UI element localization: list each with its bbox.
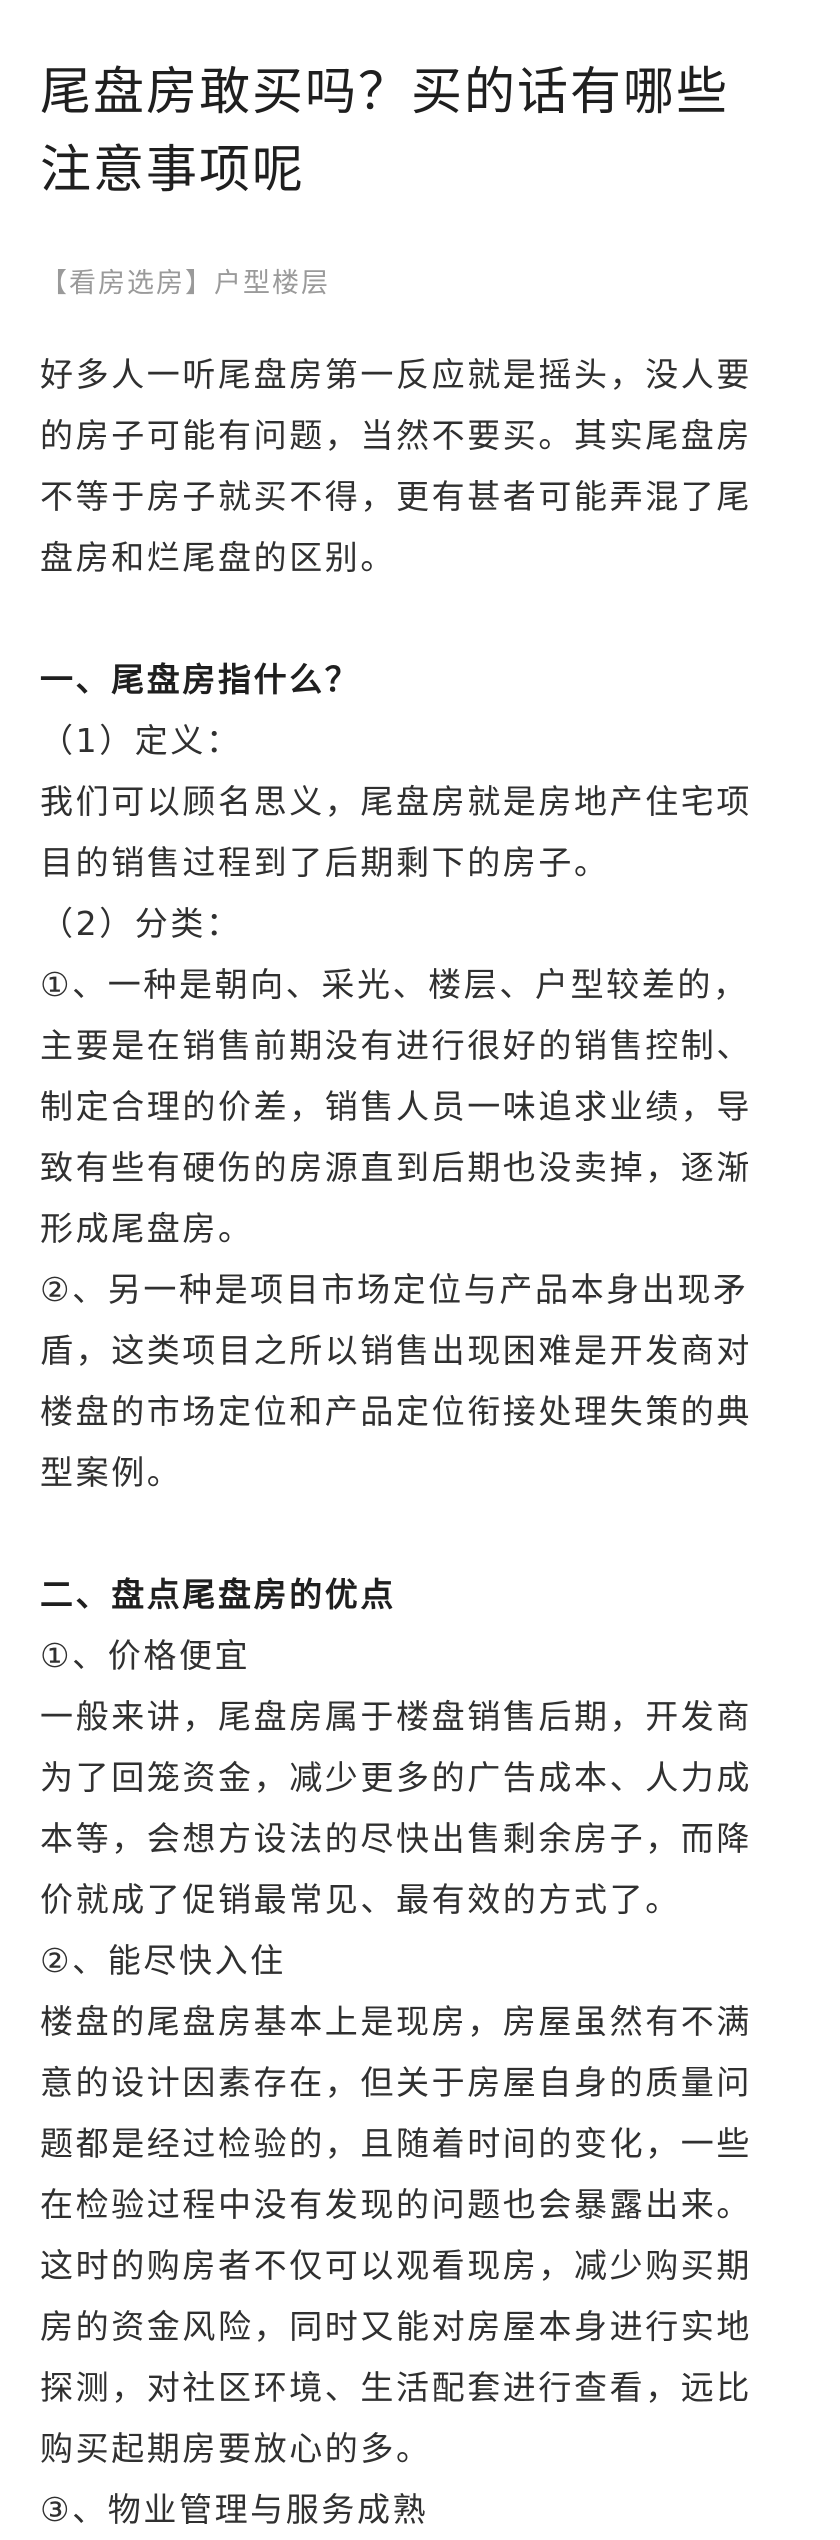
text-line: 为了回笼资金，减少更多的广告成本、人力成 [40, 1758, 752, 1797]
classification-label: （2）分类： [40, 904, 242, 943]
title-line: 尾盘房敢买吗？买的话有哪些 [40, 63, 730, 122]
text-line: 制定合理的价差，销售人员一味追求业绩，导 [40, 1087, 752, 1126]
text-line: 楼盘的尾盘房基本上是现房，房屋虽然有不满 [40, 2002, 752, 2041]
text-line: 盘房和烂尾盘的区别。 [40, 538, 396, 577]
text-line: 意的设计因素存在，但关于房屋自身的质量问 [40, 2063, 752, 2102]
article-title: 尾盘房敢买吗？买的话有哪些 注意事项呢 [40, 54, 800, 210]
text-line: 不等于房子就买不得，更有甚者可能弄混了尾 [40, 477, 752, 516]
text-line: 房的资金风险，同时又能对房屋本身进行实地 [40, 2307, 752, 2346]
text-line: ①、一种是朝向、采光、楼层、户型较差的， [40, 965, 749, 1004]
text-line: 我们可以顾名思义，尾盘房就是房地产住宅项 [40, 782, 752, 821]
text-line: 目的销售过程到了后期剩下的房子。 [40, 843, 610, 882]
text-line: 楼盘的市场定位和产品定位衔接处理失策的典 [40, 1392, 752, 1431]
section-what-is: 一、尾盘房指什么？ （1）定义： 我们可以顾名思义，尾盘房就是房地产住宅项 目的… [40, 649, 800, 1503]
category-tag[interactable]: 【看房选房】户型楼层 [40, 264, 800, 304]
advantage-label: ①、价格便宜 [40, 1636, 251, 1675]
article-page: 尾盘房敢买吗？买的话有哪些 注意事项呢 【看房选房】户型楼层 好多人一听尾盘房第… [0, 0, 840, 2537]
text-line: 形成尾盘房。 [40, 1209, 254, 1248]
text-line: 型案例。 [40, 1453, 183, 1492]
section-heading: 二、盘点尾盘房的优点 [40, 1575, 396, 1614]
section-advantages: 二、盘点尾盘房的优点 ①、价格便宜 一般来讲，尾盘房属于楼盘销售后期，开发商 为… [40, 1564, 800, 2540]
text-line: 一般来讲，尾盘房属于楼盘销售后期，开发商 [40, 1697, 752, 1736]
advantage-label: ②、能尽快入住 [40, 1941, 286, 1980]
text-line: 在检验过程中没有发现的问题也会暴露出来。 [40, 2185, 752, 2224]
text-line: 盾，这类项目之所以销售出现困难是开发商对 [40, 1331, 752, 1370]
text-line: ②、另一种是项目市场定位与产品本身出现矛 [40, 1270, 749, 1309]
text-line: 好多人一听尾盘房第一反应就是摇头，没人要 [40, 355, 752, 394]
title-line: 注意事项呢 [40, 141, 306, 200]
text-line: 致有些有硬伤的房源直到后期也没卖掉，逐渐 [40, 1148, 752, 1187]
advantage-label: ③、物业管理与服务成熟 [40, 2490, 429, 2529]
text-line: 本等，会想方设法的尽快出售剩余房子，而降 [40, 1819, 752, 1858]
text-line: 价就成了促销最常见、最有效的方式了。 [40, 1880, 681, 1919]
text-line: 题都是经过检验的，且随着时间的变化，一些 [40, 2124, 752, 2163]
text-line: 探测，对社区环境、生活配套进行查看，远比 [40, 2368, 752, 2407]
text-line: 购买起期房要放心的多。 [40, 2429, 432, 2468]
text-line: 的房子可能有问题，当然不要买。其实尾盘房 [40, 416, 752, 455]
article-body: 好多人一听尾盘房第一反应就是摇头，没人要 的房子可能有问题，当然不要买。其实尾盘… [40, 344, 800, 2540]
text-line: 主要是在销售前期没有进行很好的销售控制、 [40, 1026, 752, 1065]
text-line: 这时的购房者不仅可以观看现房，减少购买期 [40, 2246, 752, 2285]
definition-label: （1）定义： [40, 721, 242, 760]
section-heading: 一、尾盘房指什么？ [40, 660, 361, 699]
intro-paragraph: 好多人一听尾盘房第一反应就是摇头，没人要 的房子可能有问题，当然不要买。其实尾盘… [40, 344, 800, 588]
